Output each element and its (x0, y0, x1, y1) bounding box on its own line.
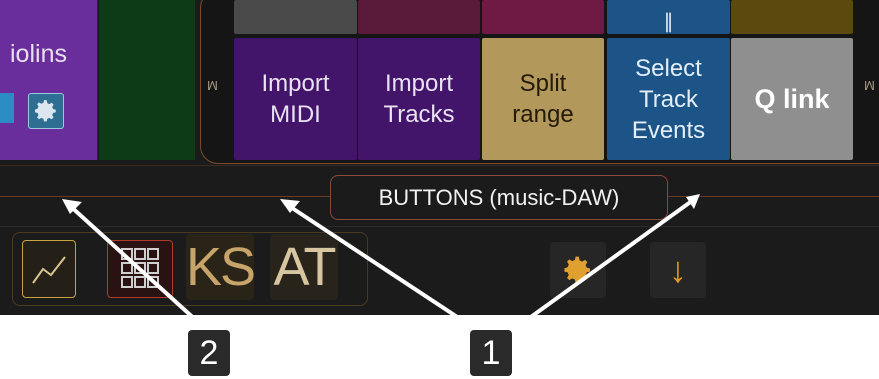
select-track-events-line3: Events (631, 116, 706, 144)
key-switch-button[interactable]: KS (185, 234, 256, 300)
instrument-label: iolins (10, 40, 67, 68)
instrument-settings-button[interactable] (28, 93, 64, 129)
select-track-events-button[interactable]: Select Track Events (607, 38, 730, 160)
group-side-label-right: M (864, 77, 875, 93)
grid-view-button[interactable] (107, 240, 173, 298)
tooltip: BUTTONS (music-DAW) (330, 175, 668, 220)
callout-1: 1 (470, 330, 512, 376)
import-midi-button[interactable]: Import MIDI (234, 38, 357, 160)
automation-graph-button[interactable] (22, 240, 76, 298)
group-side-label-left: M (207, 77, 218, 93)
graph-icon (32, 256, 66, 284)
callout-number: 2 (199, 333, 219, 372)
key-switch-label: KS (185, 237, 256, 297)
select-track-events-label: Select Track Events (632, 53, 705, 146)
instrument-tile[interactable]: iolins (0, 0, 98, 160)
divider-top (0, 165, 879, 166)
callout-2: 2 (188, 330, 230, 376)
q-link-button[interactable]: Q link (731, 38, 853, 160)
import-tracks-button[interactable]: Import Tracks (358, 38, 480, 160)
top-cap-glyph: ∥ (663, 11, 674, 33)
split-range-button[interactable]: Split range (482, 38, 604, 160)
callout-number: 1 (481, 333, 501, 372)
import-tracks-label: Import Tracks (383, 68, 454, 130)
import-midi-label: Import MIDI (261, 68, 329, 130)
down-arrow-icon: ↓ (669, 249, 687, 290)
tooltip-text: BUTTONS (music-DAW) (378, 184, 620, 210)
split-range-line2: range (512, 101, 574, 128)
top-cap-4[interactable]: ∥ (607, 0, 730, 34)
daw-app: iolins M M ∥ Import MIDI Import Tracks S… (0, 0, 879, 315)
aftertouch-button[interactable]: AT (270, 234, 338, 300)
q-link-label: Q link (754, 83, 830, 114)
down-button[interactable]: ↓ (650, 242, 706, 298)
grid-icon (121, 248, 159, 288)
import-tracks-line1: Import (384, 70, 453, 97)
select-track-events-line2: Track (638, 85, 699, 113)
gear-icon (564, 256, 590, 283)
import-midi-line2: MIDI (270, 101, 321, 128)
top-cap-3[interactable] (482, 0, 604, 34)
top-cap-5[interactable] (731, 0, 853, 34)
instrument-side-button[interactable] (0, 93, 14, 123)
import-tracks-line2: Tracks (383, 101, 455, 128)
track-color-tile[interactable] (99, 0, 195, 160)
split-range-label: Split range (512, 68, 573, 130)
select-track-events-line1: Select (635, 54, 702, 82)
top-cap-1[interactable] (234, 0, 357, 34)
aftertouch-label: AT (273, 237, 337, 297)
divider-bottom (0, 226, 879, 227)
gear-icon (34, 100, 56, 122)
settings-button[interactable] (550, 242, 606, 298)
top-cap-2[interactable] (358, 0, 480, 34)
split-range-line1: Split (519, 70, 567, 97)
import-midi-line1: Import (261, 70, 330, 97)
